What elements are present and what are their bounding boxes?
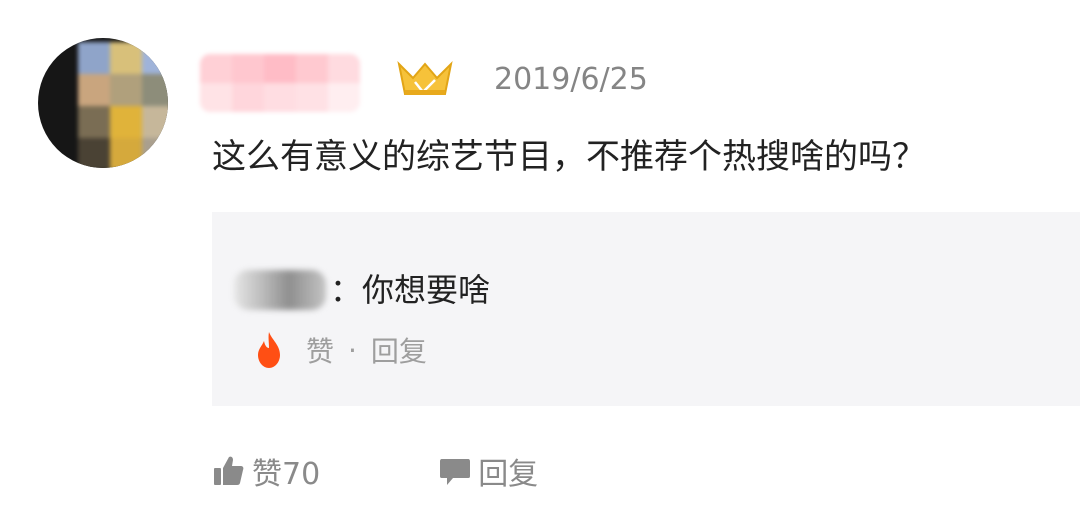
avatar-mosaic-tile <box>78 106 110 138</box>
avatar-mosaic-tile <box>110 106 142 138</box>
avatar-mosaic-tile <box>110 138 142 168</box>
avatar[interactable] <box>38 38 168 168</box>
reply-actions: 赞 · 回复 <box>254 328 427 372</box>
reply-label: 回复 <box>478 457 539 492</box>
separator-dot: · <box>348 333 357 367</box>
avatar-mosaic-tile <box>110 74 142 106</box>
username-mosaic-tile <box>296 54 328 83</box>
vip-crown-icon <box>397 60 453 95</box>
username-blurred[interactable] <box>200 54 360 112</box>
username-mosaic-tile <box>264 54 296 83</box>
username-mosaic-tile <box>200 83 232 112</box>
avatar-mosaic-tile <box>78 74 110 106</box>
flame-icon[interactable] <box>254 331 284 369</box>
avatar-mosaic <box>78 42 168 168</box>
comment-date: 2019/6/25 <box>494 62 648 97</box>
reply-text: ：你想要啥 <box>330 271 491 309</box>
avatar-mosaic-tile <box>142 74 168 106</box>
avatar-mosaic-tile <box>110 42 142 74</box>
avatar-mosaic-tile <box>142 106 168 138</box>
thumb-up-icon <box>214 456 244 485</box>
reply-reply-button[interactable]: 回复 <box>371 330 427 370</box>
reply-button[interactable]: 回复 <box>438 449 538 493</box>
username-mosaic-tile <box>200 54 232 83</box>
comment-actions: 赞70 回复 <box>212 448 538 494</box>
avatar-mosaic-tile <box>78 138 110 168</box>
avatar-mosaic-tile <box>142 42 168 74</box>
username-mosaic-tile <box>232 54 264 83</box>
username-mosaic-tile <box>264 83 296 112</box>
username-mosaic-tile <box>232 83 264 112</box>
reply-username-blurred[interactable] <box>234 270 326 310</box>
username-mosaic-tile <box>296 83 328 112</box>
reply-like-button[interactable]: 赞 <box>306 330 334 370</box>
speech-bubble-icon <box>440 459 471 485</box>
reply-box[interactable]: ：你想要啥 赞 · 回复 <box>212 212 1080 406</box>
like-button[interactable]: 赞70 <box>212 449 320 493</box>
username-mosaic-tile <box>328 83 360 112</box>
avatar-mosaic-tile <box>142 138 168 168</box>
username-mosaic-tile <box>328 54 360 83</box>
avatar-mosaic-tile <box>78 42 110 74</box>
like-count: 赞70 <box>252 457 321 492</box>
comment-text: 这么有意义的综艺节目，不推荐个热搜啥的吗？ <box>212 137 926 177</box>
